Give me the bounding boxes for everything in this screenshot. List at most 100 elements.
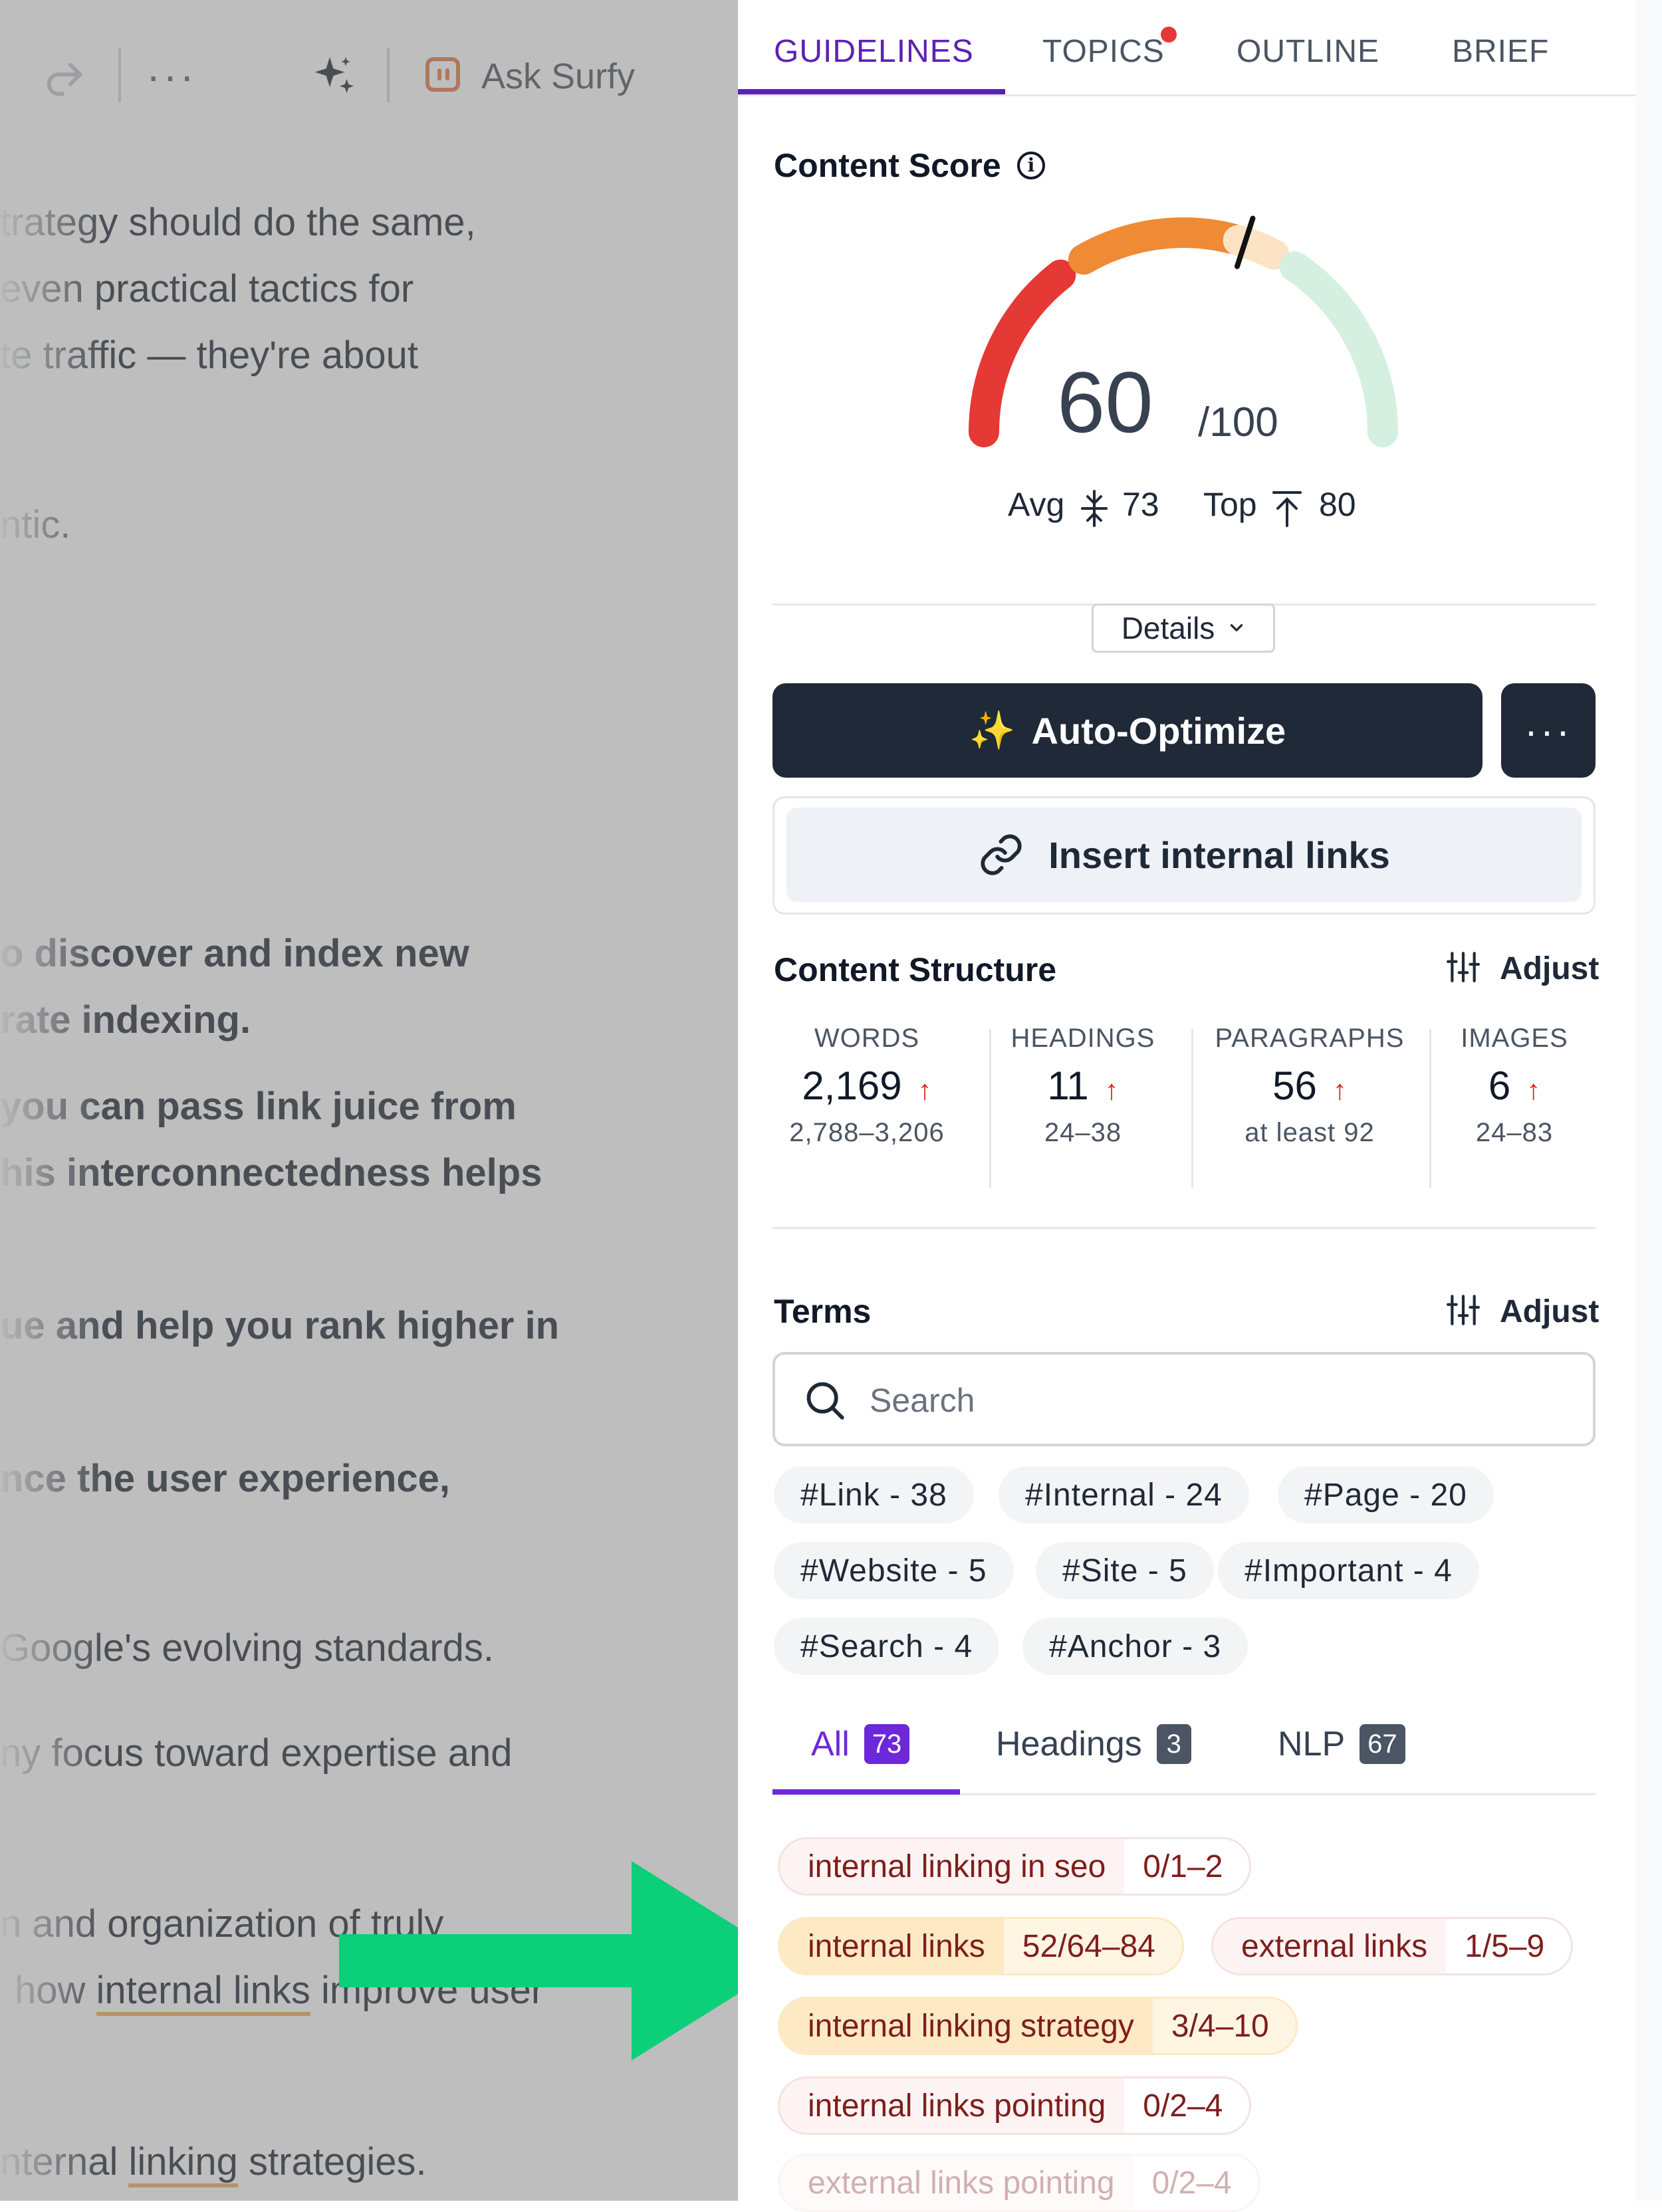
topic-chip[interactable]: #Internal - 24 [999,1466,1249,1523]
link-icon [981,834,1022,875]
term-count: 1/5–9 [1446,1919,1572,1973]
stat-value: 6 ↑ [1488,1063,1541,1108]
term-item[interactable]: external links 1/5–9 [1211,1917,1574,1975]
stat-label: HEADINGS [1010,1024,1155,1053]
term-count: 0/1–2 [1124,1839,1250,1894]
count-badge: 73 [864,1724,910,1764]
tab-guidelines[interactable]: GUIDELINES [774,33,974,70]
editor-pane: ··· Ask Surfy trategy should do the same… [0,0,738,2201]
auto-optimize-button[interactable]: ✨ Auto-Optimize [772,683,1483,778]
content-score-title: Content Score [774,147,1001,184]
term-name: internal links [780,1919,1004,1973]
stat-range: 2,788–3,206 [789,1118,945,1147]
structure-divider [772,1227,1596,1229]
term-count: 3/4–10 [1152,1999,1296,2053]
details-label: Details [1121,611,1215,645]
score-max: /100 [1198,399,1278,445]
avg-label: Avg [1008,486,1065,523]
stat-words: WORDS 2,169 ↑ 2,788–3,206 [772,1024,961,1148]
term-item[interactable]: internal links pointing 0/2–4 [778,2076,1252,2135]
terms-title: Terms [774,1293,872,1330]
gauge-segment-orange [1068,217,1247,275]
term-name: internal linking in seo [780,1839,1125,1894]
arrow-up-icon: ↑ [1526,1074,1541,1105]
stat-value: 2,169 ↑ [802,1063,932,1108]
sliders-icon[interactable] [1447,950,1480,984]
content-structure-title: Content Structure [774,951,1056,988]
panel-tabs: GUIDELINES TOPICS OUTLINE BRIEF [738,0,1635,96]
score-value: 60 [1057,354,1153,451]
auto-optimize-more-button[interactable]: ··· [1501,683,1596,778]
subtab-label: Headings [996,1725,1142,1763]
subtab-nlp[interactable]: NLP 67 [1278,1724,1405,1764]
topic-chip[interactable]: #Link - 38 [774,1466,974,1523]
sliders-icon[interactable] [1447,1293,1480,1327]
stat-separator [1429,1029,1431,1188]
term-item[interactable]: internal links 52/64–84 [778,1917,1184,1975]
subtab-headings[interactable]: Headings 3 [996,1724,1191,1764]
arrow-up-icon: ↑ [1332,1074,1347,1105]
avg-value: 73 [1122,486,1159,523]
count-badge: 3 [1156,1724,1191,1764]
topic-chip[interactable]: #Search - 4 [774,1618,1000,1675]
stat-value: 56 ↑ [1272,1063,1347,1108]
stat-paragraphs: PARAGRAPHS 56 ↑ at least 92 [1197,1024,1423,1148]
tab-topics[interactable]: TOPICS [1042,33,1165,70]
top-value: 80 [1319,486,1356,523]
term-name: external links pointing [780,2156,1133,2210]
stat-images: IMAGES 6 ↑ 24–83 [1433,1024,1596,1148]
term-count: 0/2–4 [1133,2156,1258,2210]
stat-label: IMAGES [1461,1024,1568,1053]
active-tab-indicator [738,89,1005,94]
topic-chip[interactable]: #Page - 20 [1278,1466,1494,1523]
topic-chip[interactable]: #Website - 5 [774,1542,1014,1599]
search-input[interactable] [868,1375,1576,1426]
gauge-segment-green [1279,251,1398,447]
subtab-label: All [811,1725,850,1763]
insert-links-label: Insert internal links [1048,833,1390,876]
gauge-segment-red [969,259,1076,447]
arrow-up-icon: ↑ [917,1074,932,1105]
sparkles-emoji-icon: ✨ [969,709,1016,751]
subtab-label: NLP [1278,1725,1346,1763]
topic-chip[interactable]: #Site - 5 [1036,1542,1214,1599]
term-item[interactable]: internal linking strategy 3/4–10 [778,1997,1298,2055]
auto-optimize-label: Auto-Optimize [1031,709,1286,752]
avg-icon [1081,490,1108,527]
insert-internal-links-button[interactable]: Insert internal links [786,808,1582,902]
term-item[interactable]: external links pointing 0/2–4 [778,2154,1260,2212]
term-name: internal linking strategy [780,1999,1153,2053]
details-button[interactable]: Details [1092,604,1275,653]
notification-dot [1161,27,1177,43]
topic-chip[interactable]: #Anchor - 3 [1022,1618,1248,1675]
subtab-all[interactable]: All 73 [811,1724,910,1764]
guidelines-panel: GUIDELINES TOPICS OUTLINE BRIEF Content … [738,0,1635,2212]
green-arrow-annotation [339,1861,738,2060]
score-gauge [969,215,1398,447]
stat-label: PARAGRAPHS [1215,1024,1405,1053]
term-item[interactable]: internal linking in seo 0/1–2 [778,1837,1252,1896]
stat-separator [989,1029,991,1188]
top-label: Top [1203,486,1257,523]
stat-range: 24–83 [1475,1118,1554,1147]
stat-value: 11 ↑ [1047,1063,1119,1108]
term-name: internal links pointing [780,2078,1125,2133]
term-count: 52/64–84 [1003,1919,1182,1973]
term-name: external links [1213,1919,1447,1973]
stat-label: WORDS [814,1024,920,1053]
count-badge: 67 [1360,1724,1405,1764]
stat-separator [1191,1029,1193,1188]
terms-search [772,1352,1596,1446]
info-icon[interactable]: i [1017,152,1045,179]
tab-brief[interactable]: BRIEF [1452,33,1549,70]
structure-adjust-button[interactable]: Adjust [1500,950,1599,987]
terms-adjust-button[interactable]: Adjust [1500,1293,1599,1330]
topic-chip[interactable]: #Important - 4 [1218,1542,1479,1599]
arrow-up-icon: ↑ [1104,1074,1119,1105]
tab-outline[interactable]: OUTLINE [1237,33,1379,70]
search-icon [806,1382,844,1420]
chevron-down-icon [1231,624,1243,631]
stat-headings: HEADINGS 11 ↑ 24–38 [994,1024,1172,1148]
active-subtab-indicator [772,1789,960,1795]
term-count: 0/2–4 [1124,2078,1250,2133]
